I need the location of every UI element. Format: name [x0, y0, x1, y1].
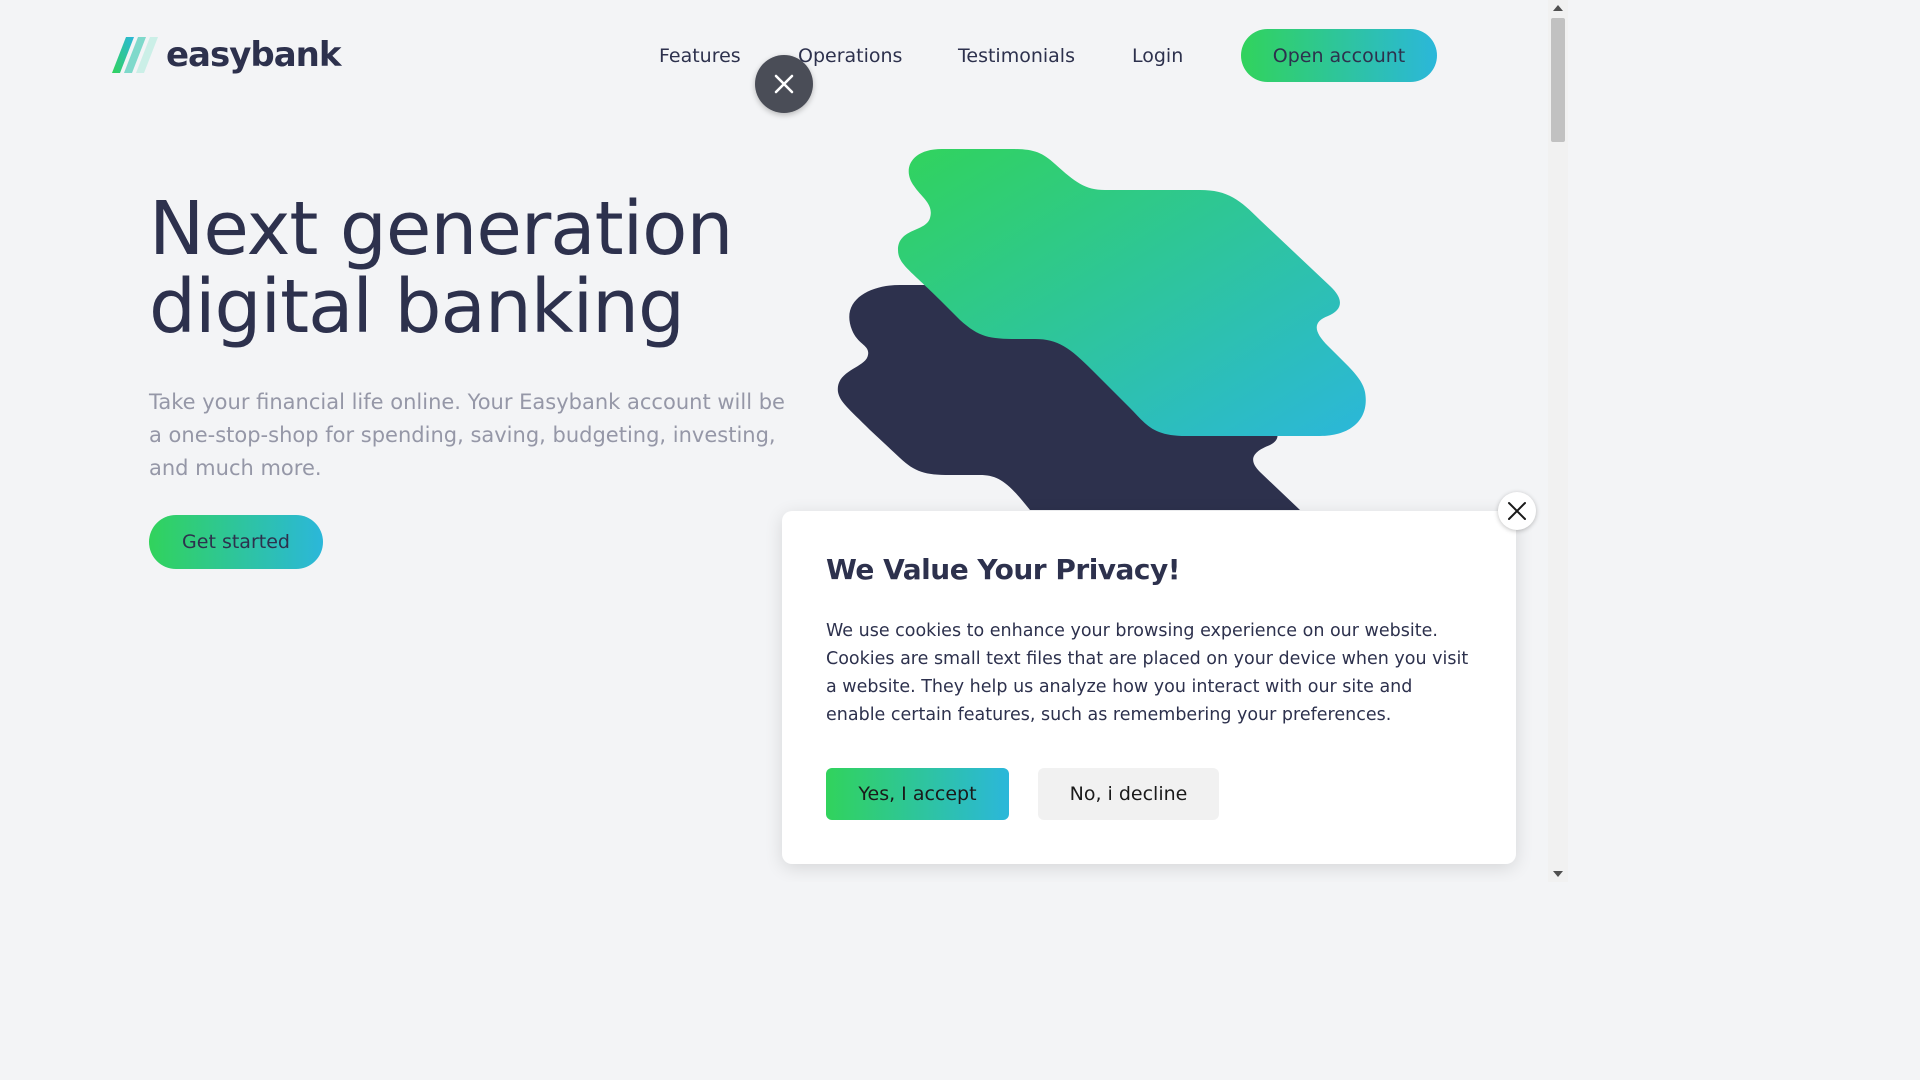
scroll-up-arrow-icon[interactable]	[1548, 0, 1568, 16]
hero-illustration	[837, 149, 1366, 510]
close-icon	[1508, 502, 1526, 520]
nav-link-login[interactable]: Login	[1132, 44, 1183, 68]
hero-title-line-1: Next generation	[149, 186, 733, 272]
scrollbar-thumb[interactable]	[1551, 18, 1565, 142]
get-started-button[interactable]: Get started	[149, 515, 323, 569]
open-account-button[interactable]: Open account	[1241, 29, 1437, 82]
close-icon	[774, 74, 794, 94]
overlay-close-button[interactable]	[755, 55, 813, 113]
nav-link-features[interactable]: Features	[659, 44, 741, 68]
hero-title: Next generation digital banking	[149, 190, 789, 346]
cookie-description: We use cookies to enhance your browsing …	[826, 621, 1469, 725]
hero-title-line-2: digital banking	[149, 264, 685, 350]
vertical-scrollbar[interactable]	[1548, 0, 1568, 882]
cookie-title: We Value Your Privacy!	[826, 553, 1181, 586]
cookie-close-button[interactable]	[1498, 492, 1536, 530]
nav-link-testimonials[interactable]: Testimonials	[958, 44, 1075, 68]
cookie-consent-dialog: We Value Your Privacy! We use cookies to…	[782, 511, 1516, 864]
scroll-down-arrow-icon[interactable]	[1548, 866, 1568, 882]
accept-cookies-button[interactable]: Yes, I accept	[826, 768, 1009, 820]
nav-link-operations[interactable]: Operations	[798, 44, 902, 68]
decline-cookies-button[interactable]: No, i decline	[1038, 768, 1219, 820]
page: easybank Features Operations Testimonial…	[0, 0, 1548, 882]
hero-description: Take your financial life online. Your Ea…	[149, 390, 785, 480]
